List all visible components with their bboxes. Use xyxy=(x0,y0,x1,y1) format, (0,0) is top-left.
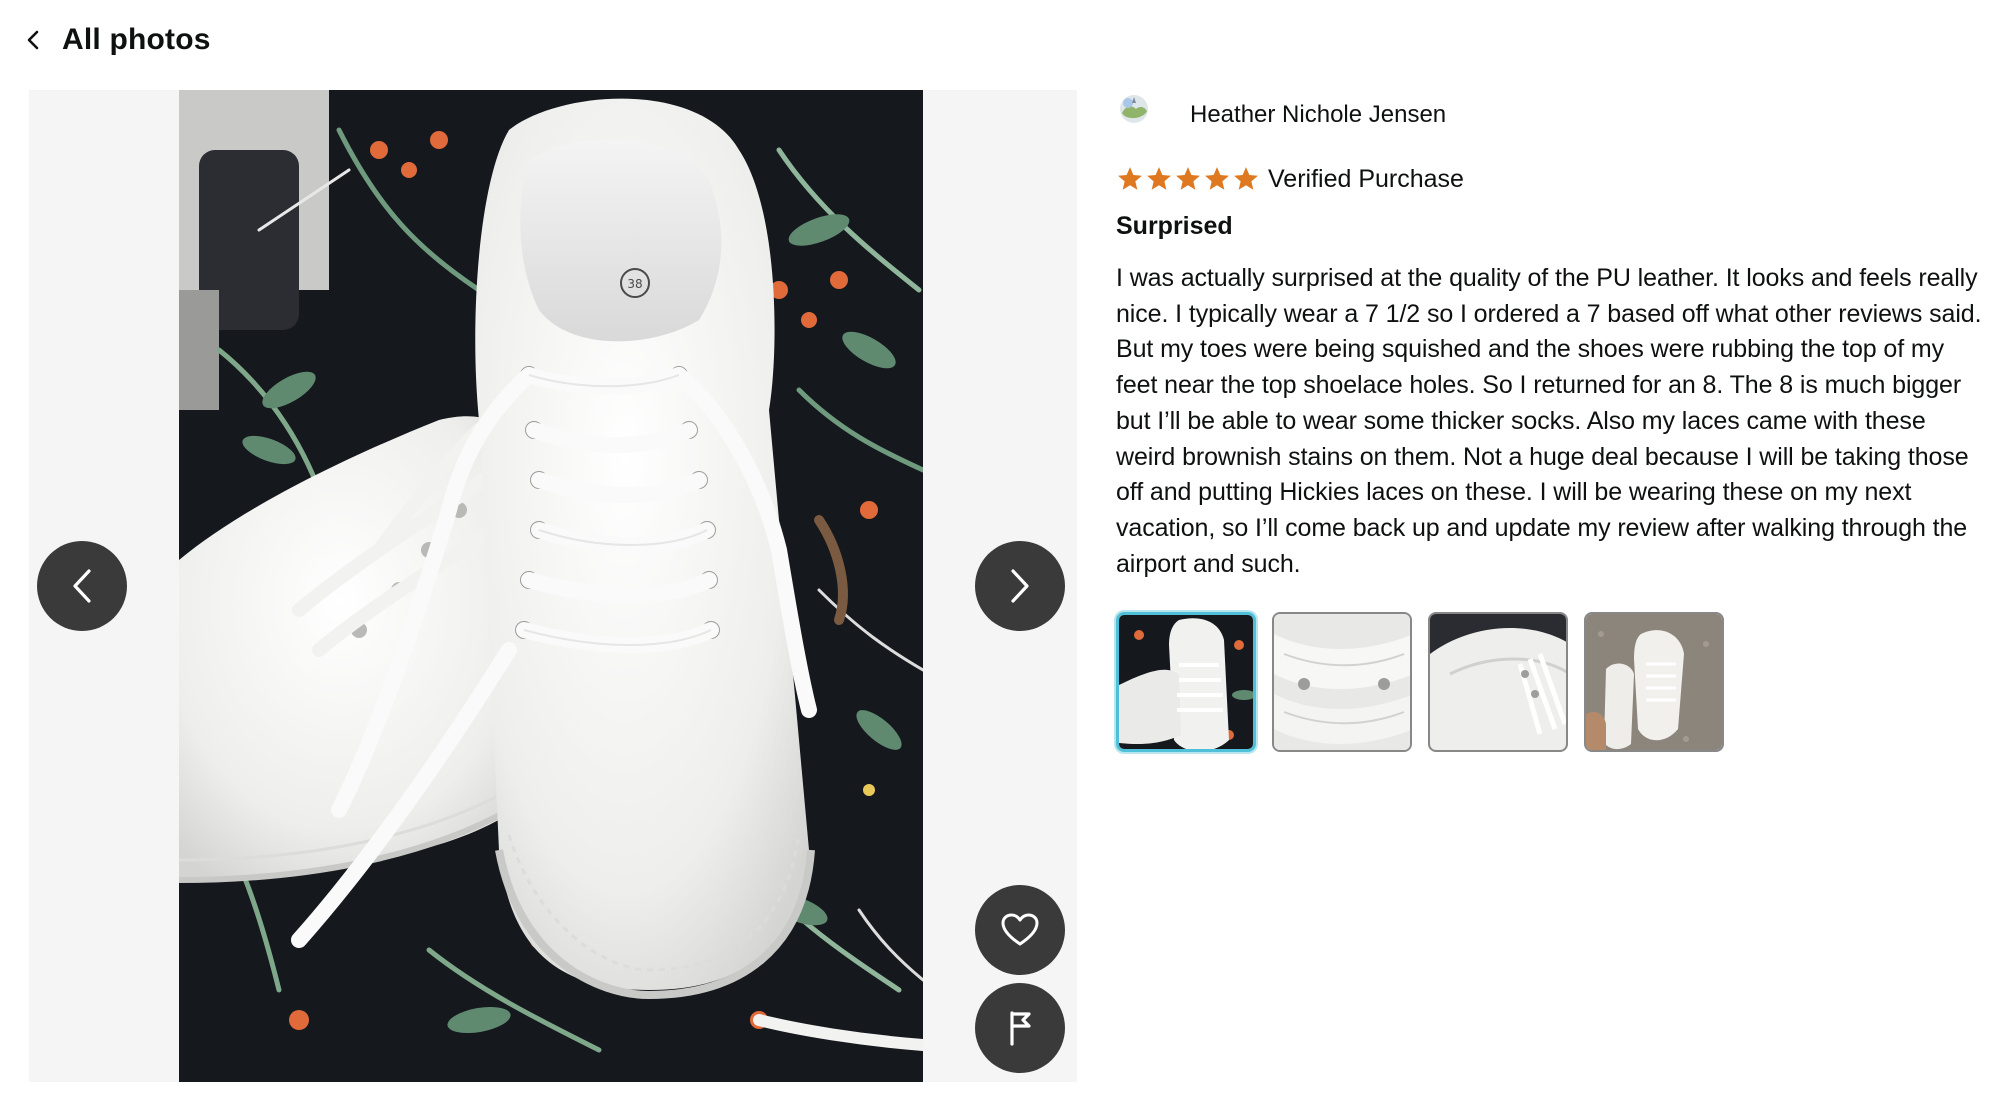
review-panel: Heather Nichole Jensen Verified Purchase… xyxy=(1116,90,1982,753)
star-icon xyxy=(1176,167,1200,190)
thumbnail-2[interactable] xyxy=(1272,612,1412,753)
svg-text:38: 38 xyxy=(627,277,642,291)
chevron-right-icon xyxy=(1011,569,1029,603)
star-icon xyxy=(1234,167,1258,190)
rating-row: Verified Purchase xyxy=(1116,162,1982,196)
thumbnail-4[interactable] xyxy=(1584,612,1724,753)
chevron-left-icon xyxy=(73,569,91,603)
star-rating xyxy=(1116,165,1260,193)
photo-viewer: 38 xyxy=(29,90,1077,1082)
like-button[interactable] xyxy=(975,885,1065,975)
heart-icon xyxy=(1001,913,1039,946)
review-title: Surprised xyxy=(1116,212,1233,240)
page-title: All photos xyxy=(62,23,211,56)
star-icon xyxy=(1205,167,1229,190)
back-to-all-photos-link[interactable]: All photos xyxy=(26,18,211,62)
star-icon xyxy=(1118,167,1142,190)
reviewer-info: Heather Nichole Jensen xyxy=(1116,90,1982,140)
verified-purchase-badge: Verified Purchase xyxy=(1268,164,1464,193)
next-photo-button[interactable] xyxy=(975,541,1065,631)
report-button[interactable] xyxy=(975,983,1065,1073)
review-body: I was actually surprised at the quality … xyxy=(1116,264,1982,578)
star-icon xyxy=(1147,167,1171,190)
thumbnail-1[interactable] xyxy=(1116,612,1256,753)
chevron-left-icon xyxy=(26,28,44,52)
previous-photo-button[interactable] xyxy=(37,541,127,631)
thumbnail-3[interactable] xyxy=(1428,612,1568,753)
default-avatar-icon xyxy=(1120,95,1148,123)
thumbnail-strip xyxy=(1116,612,1982,753)
main-review-photo: 38 xyxy=(179,90,923,1082)
reviewer-name[interactable]: Heather Nichole Jensen xyxy=(1190,101,1446,129)
flag-icon xyxy=(1010,1011,1031,1046)
